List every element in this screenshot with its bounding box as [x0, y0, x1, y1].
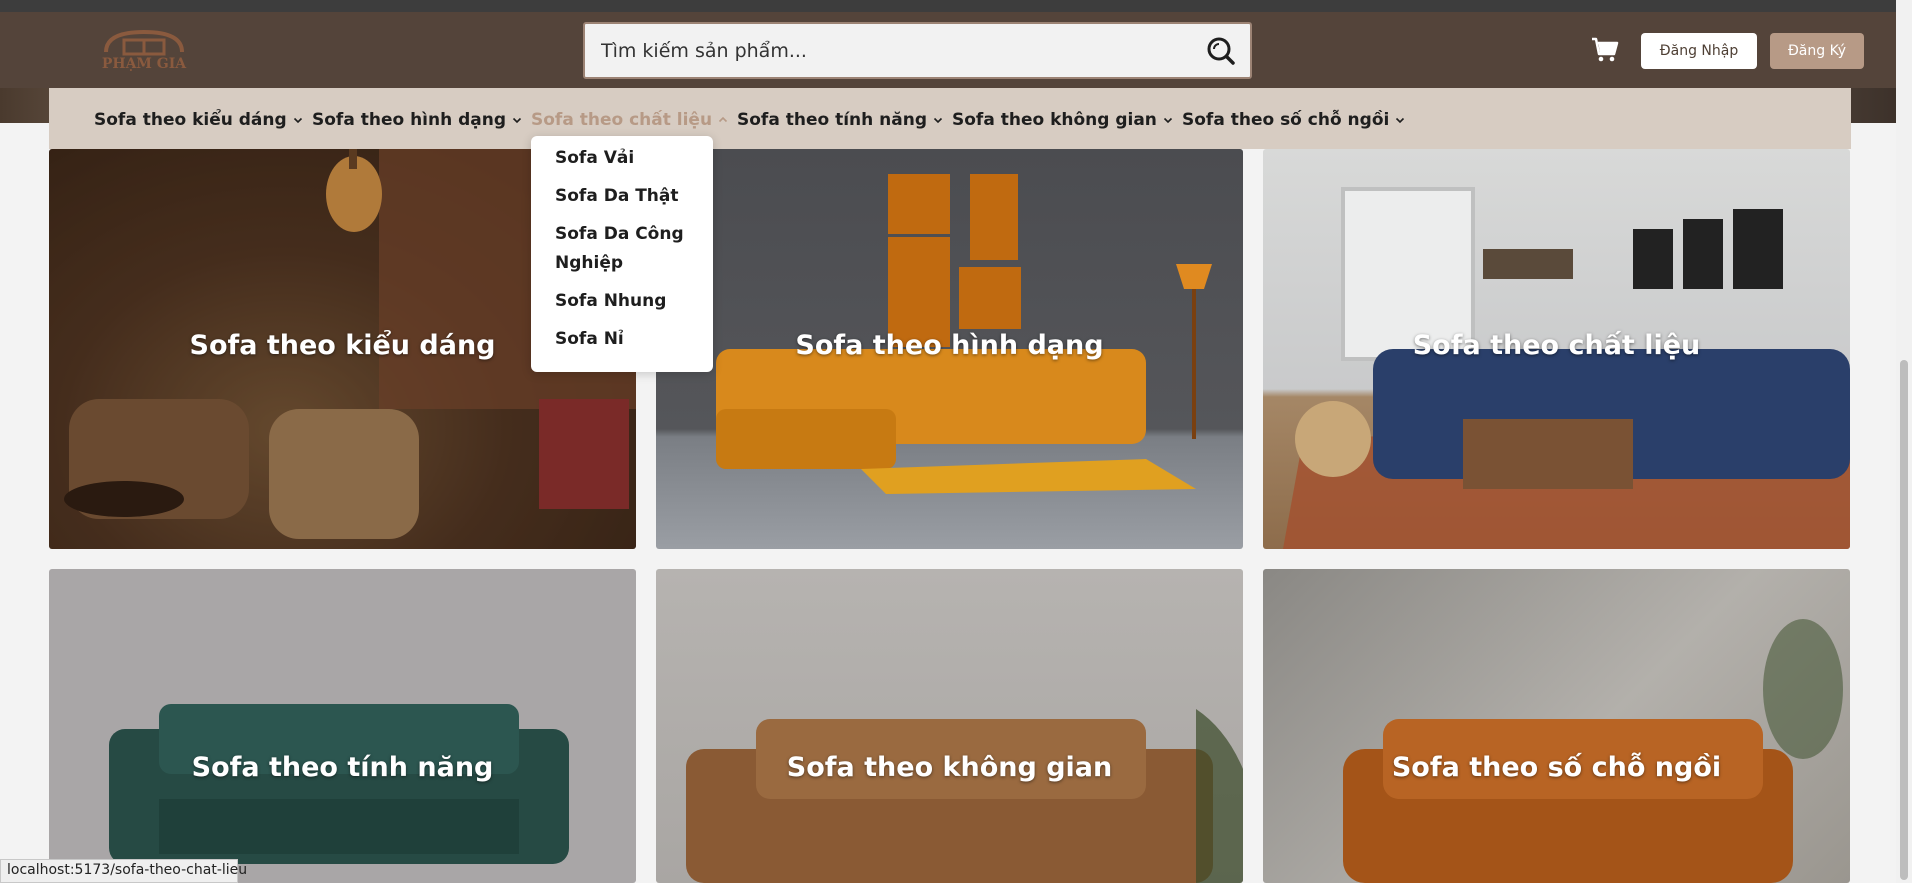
status-bar-url: localhost:5173/sofa-theo-chat-lieu [0, 859, 247, 883]
nav-item-hinh-dang[interactable]: Sofa theo hình dạng [312, 110, 522, 130]
dropdown-item-sofa-da-cong-nghiep[interactable]: Sofa Da Công Nghiệp [555, 220, 705, 278]
category-card-tinh-nang[interactable]: Sofa theo tính năng [49, 569, 636, 883]
card-title: Sofa theo hình dạng [795, 330, 1104, 361]
site-header: PHẠM GIA Đăng Nhập Đăng Ký [0, 12, 1912, 88]
dropdown-item-sofa-vai[interactable]: Sofa Vải [555, 144, 705, 173]
nav-item-chat-lieu[interactable]: Sofa theo chất liệu [531, 110, 728, 130]
card-image [656, 569, 1243, 883]
login-button[interactable]: Đăng Nhập [1641, 33, 1757, 69]
page-scrollbar[interactable] [1896, 0, 1912, 883]
category-nav: Sofa theo kiểu dáng Sofa theo hình dạng … [49, 88, 1851, 149]
brand-logo[interactable]: PHẠM GIA [84, 26, 204, 76]
card-image [1263, 569, 1850, 883]
search-bar [583, 22, 1252, 79]
chevron-down-icon [1163, 117, 1172, 124]
nav-item-so-cho-ngoi[interactable]: Sofa theo số chỗ ngồi [1182, 110, 1405, 130]
nav-item-khong-gian[interactable]: Sofa theo không gian [952, 110, 1173, 130]
browser-top-strip [0, 0, 1912, 12]
card-title: Sofa theo không gian [786, 752, 1113, 783]
category-card-so-cho-ngoi[interactable]: Sofa theo số chỗ ngồi [1263, 569, 1850, 883]
nav-item-label: Sofa theo kiểu dáng [94, 110, 287, 130]
chevron-down-icon [933, 117, 943, 124]
dropdown-chat-lieu: Sofa Vải Sofa Da Thật Sofa Da Công Nghiệ… [531, 136, 713, 372]
scrollbar-thumb[interactable] [1900, 360, 1908, 880]
chevron-up-icon [718, 116, 728, 123]
search-input[interactable] [601, 24, 1161, 77]
card-image [49, 569, 636, 883]
dropdown-item-sofa-ni[interactable]: Sofa Nỉ [555, 325, 705, 354]
card-title: Sofa theo chất liệu [1412, 330, 1701, 361]
nav-item-label: Sofa theo số chỗ ngồi [1182, 110, 1390, 130]
card-title: Sofa theo tính năng [191, 752, 494, 783]
cart-icon[interactable] [1591, 36, 1619, 64]
nav-item-label: Sofa theo hình dạng [312, 110, 507, 130]
nav-item-kieu-dang[interactable]: Sofa theo kiểu dáng [94, 110, 303, 130]
card-title: Sofa theo số chỗ ngồi [1391, 752, 1722, 783]
nav-item-label: Sofa theo không gian [952, 110, 1157, 130]
chevron-down-icon [512, 117, 522, 124]
nav-item-label: Sofa theo chất liệu [531, 110, 713, 130]
search-icon[interactable] [1206, 36, 1236, 66]
dropdown-item-sofa-da-that[interactable]: Sofa Da Thật [555, 182, 705, 211]
category-card-khong-gian[interactable]: Sofa theo không gian [656, 569, 1243, 883]
register-button[interactable]: Đăng Ký [1770, 33, 1864, 69]
chevron-down-icon [293, 117, 302, 124]
chevron-down-icon [1396, 117, 1405, 124]
category-card-hinh-dang[interactable]: Sofa theo hình dạng [656, 149, 1243, 549]
dropdown-item-sofa-nhung[interactable]: Sofa Nhung [555, 287, 705, 316]
nav-item-tinh-nang[interactable]: Sofa theo tính năng [737, 110, 943, 130]
svg-text:PHẠM GIA: PHẠM GIA [102, 56, 187, 72]
category-card-chat-lieu[interactable]: Sofa theo chất liệu [1263, 149, 1850, 549]
nav-item-label: Sofa theo tính năng [737, 110, 927, 130]
